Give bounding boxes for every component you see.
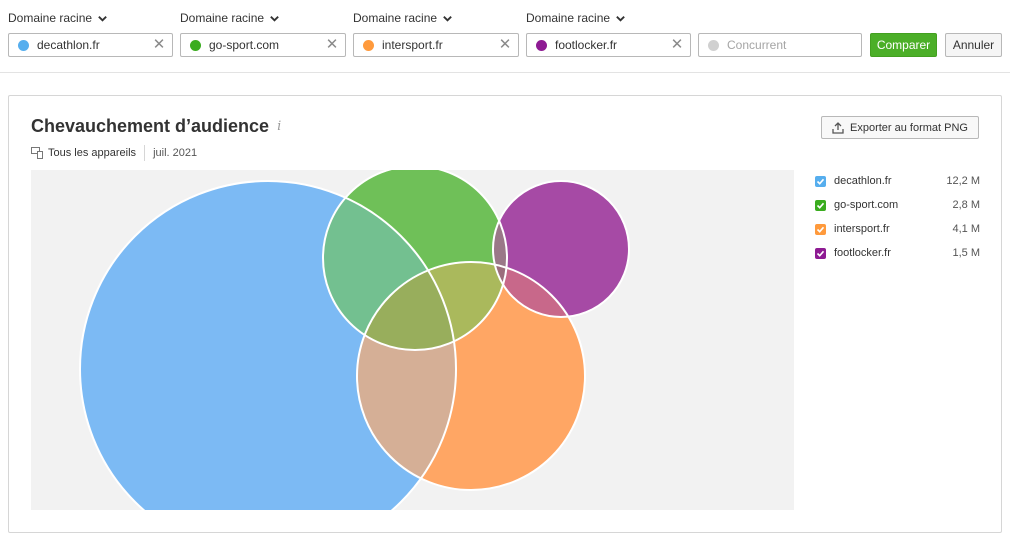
compare-button[interactable]: Comparer — [870, 33, 937, 57]
venn-svg — [79, 170, 630, 510]
domain-value: go-sport.com — [209, 38, 280, 52]
chevron-down-icon — [270, 15, 279, 22]
legend-item-go-sport[interactable]: go-sport.com 2,8 M — [815, 193, 980, 217]
domain-type-dropdown-2[interactable]: Domaine racine — [180, 10, 280, 26]
domain-color-dot — [18, 39, 29, 51]
checkbox-checked-icon[interactable] — [815, 223, 826, 235]
close-icon[interactable]: ✕ — [146, 34, 172, 56]
legend-label: footlocker.fr — [834, 247, 891, 259]
chevron-down-icon — [98, 15, 107, 22]
legend-label: intersport.fr — [834, 223, 890, 235]
venn-chart — [31, 170, 794, 510]
domain-value: footlocker.fr — [555, 38, 618, 52]
legend-value: 1,5 M — [952, 247, 980, 259]
legend-label: decathlon.fr — [834, 175, 892, 187]
audience-overlap-card: Chevauchement d’audience i Tous les appa… — [8, 95, 1002, 533]
domain-value: decathlon.fr — [37, 38, 100, 52]
close-icon[interactable]: ✕ — [492, 34, 518, 56]
domain-type-label: Domaine racine — [353, 11, 438, 25]
domain-type-label: Domaine racine — [8, 11, 93, 25]
domain-color-dot — [708, 39, 719, 51]
competitor-input[interactable]: Concurrent — [698, 33, 862, 57]
card-title-row: Chevauchement d’audience i — [31, 116, 281, 137]
domain-color-dot — [536, 39, 547, 51]
card-title: Chevauchement d’audience — [31, 116, 270, 136]
domain-compare-bar: Domaine racine Domaine racine Domaine ra… — [0, 0, 1010, 73]
competitor-placeholder: Concurrent — [727, 38, 787, 52]
checkbox-checked-icon[interactable] — [815, 175, 826, 187]
domain-input-2[interactable]: go-sport.com ✕ — [180, 33, 346, 57]
checkbox-checked-icon[interactable] — [815, 247, 826, 259]
domain-input-1[interactable]: decathlon.fr ✕ — [8, 33, 173, 57]
legend-label: go-sport.com — [834, 199, 899, 211]
info-icon[interactable]: i — [277, 119, 281, 134]
close-icon[interactable]: ✕ — [319, 34, 345, 56]
divider — [144, 145, 146, 161]
domain-type-dropdown-4[interactable]: Domaine racine — [526, 10, 626, 26]
chart-legend: decathlon.fr 12,2 M go-sport.com 2,8 M i… — [815, 169, 980, 265]
export-label: Exporter au format PNG — [850, 121, 968, 134]
domain-type-label: Domaine racine — [180, 11, 265, 25]
domain-color-dot — [363, 39, 374, 51]
checkbox-checked-icon[interactable] — [815, 199, 826, 211]
close-icon[interactable]: ✕ — [664, 34, 690, 56]
cancel-button[interactable]: Annuler — [945, 33, 1002, 57]
chevron-down-icon — [443, 15, 452, 22]
legend-value: 2,8 M — [952, 199, 980, 211]
date-label[interactable]: juil. 2021 — [153, 147, 197, 159]
domain-type-label: Domaine racine — [526, 11, 611, 25]
domain-type-dropdown-1[interactable]: Domaine racine — [8, 10, 108, 26]
legend-value: 12,2 M — [946, 175, 980, 187]
domain-input-4[interactable]: footlocker.fr ✕ — [526, 33, 691, 57]
legend-item-decathlon[interactable]: decathlon.fr 12,2 M — [815, 169, 980, 193]
domain-type-dropdown-3[interactable]: Domaine racine — [353, 10, 453, 26]
devices-icon — [31, 147, 43, 159]
devices-filter[interactable]: Tous les appareils — [48, 147, 136, 159]
legend-item-footlocker[interactable]: footlocker.fr 1,5 M — [815, 241, 980, 265]
upload-icon — [832, 121, 844, 134]
domain-input-3[interactable]: intersport.fr ✕ — [353, 33, 519, 57]
domain-color-dot — [190, 39, 201, 51]
card-meta: Tous les appareils juil. 2021 — [31, 145, 197, 161]
domain-value: intersport.fr — [382, 38, 443, 52]
chevron-down-icon — [616, 15, 625, 22]
export-png-button[interactable]: Exporter au format PNG — [821, 116, 979, 139]
legend-value: 4,1 M — [952, 223, 980, 235]
legend-item-intersport[interactable]: intersport.fr 4,1 M — [815, 217, 980, 241]
